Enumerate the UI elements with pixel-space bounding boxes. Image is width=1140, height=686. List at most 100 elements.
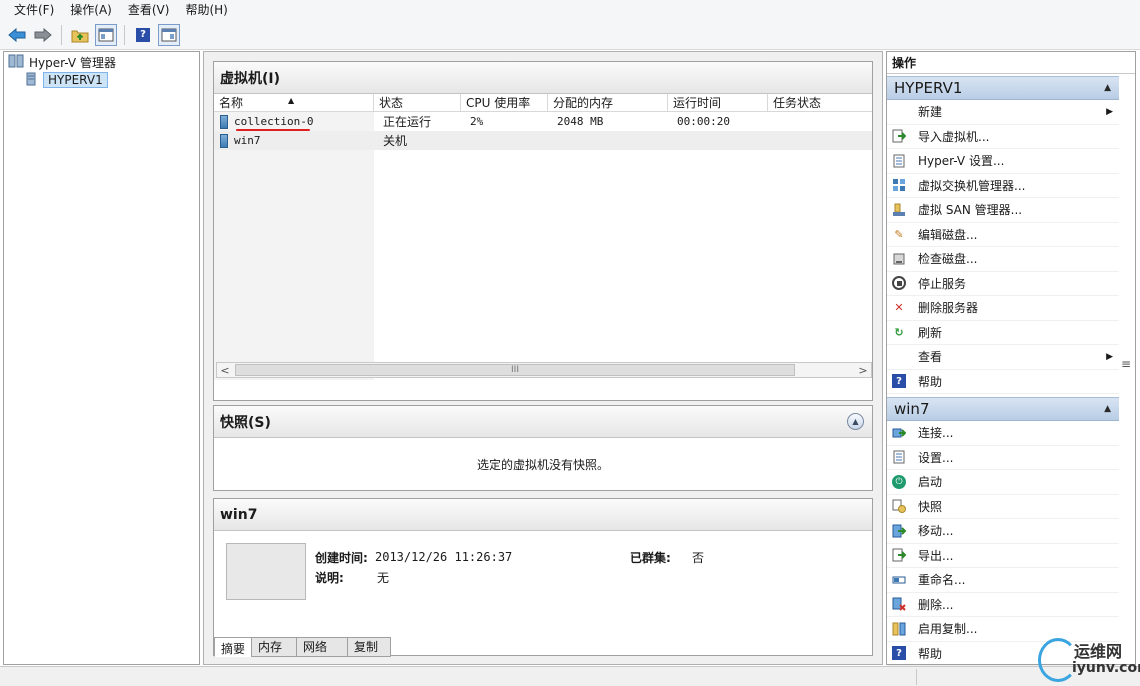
action-move[interactable]: 移动...: [887, 519, 1119, 544]
toolbar-separator: [124, 24, 125, 45]
action-export[interactable]: 导出...: [887, 544, 1119, 568]
clustered-value: 否: [692, 551, 705, 565]
vm-name: collection-0: [234, 115, 314, 128]
action-label: 新建: [918, 105, 943, 120]
action-label: 启动: [918, 475, 943, 490]
action-label: 快照: [918, 499, 943, 514]
actions-section-win7[interactable]: win7 ▲: [887, 397, 1119, 421]
san-icon: [891, 202, 907, 218]
tab-network[interactable]: 网络: [296, 637, 349, 657]
action-label: 导出...: [918, 548, 954, 563]
vm-thumbnail: [226, 543, 306, 600]
vm-name: win7: [234, 134, 261, 147]
menu-file[interactable]: 文件(F): [6, 0, 62, 20]
created-label: 创建时间:: [315, 551, 368, 565]
name-column-background: [214, 112, 374, 380]
center-pane: 虚拟机(I) 名称 ▲ 状态 CPU 使用率 分配的内存 运行时间 任务状态 c…: [203, 51, 883, 665]
menu-help[interactable]: 帮助(H): [177, 0, 235, 20]
watermark-line1: 运维网: [1074, 642, 1123, 661]
horizontal-scrollbar[interactable]: < III >: [216, 362, 872, 378]
action-remove-server[interactable]: ✕ 删除服务器: [887, 296, 1119, 321]
col-task[interactable]: 任务状态: [768, 94, 832, 111]
action-refresh[interactable]: ↻ 刷新: [887, 321, 1119, 345]
table-row[interactable]: collection-0 正在运行 2% 2048 MB 00:00:20: [214, 112, 872, 131]
action-snapshot[interactable]: 快照: [887, 495, 1119, 519]
menu-action[interactable]: 操作(A): [62, 0, 120, 20]
snapshot-message: 选定的虚拟机没有快照。: [476, 457, 609, 472]
menu-bar: 文件(F) 操作(A) 查看(V) 帮助(H): [0, 0, 1140, 20]
scroll-thumb[interactable]: III: [235, 364, 795, 376]
action-label: 查看: [918, 350, 943, 365]
collapse-triangle-icon[interactable]: ▲: [1104, 83, 1111, 93]
snapshot-panel: 快照(S) ▲ 选定的虚拟机没有快照。: [213, 405, 873, 491]
import-icon: [891, 128, 907, 144]
col-memory[interactable]: 分配的内存: [548, 94, 668, 111]
table-row[interactable]: win7 关机: [214, 131, 872, 150]
collapse-triangle-icon[interactable]: ▲: [1104, 404, 1111, 414]
watermark-line2: iyunv.com: [1072, 660, 1140, 676]
close-icon: ✕: [894, 301, 904, 315]
snapshot-panel-header: 快照(S) ▲: [214, 406, 872, 438]
description-value: 无: [377, 571, 390, 585]
col-name[interactable]: 名称 ▲: [214, 94, 374, 111]
settings-page-icon: [891, 449, 907, 465]
action-view[interactable]: 查看 ▶: [887, 345, 1119, 370]
created-value: 2013/12/26 11:26:37: [375, 550, 513, 564]
action-label: 连接...: [918, 426, 954, 441]
folder-up-icon[interactable]: [69, 24, 91, 46]
action-connect[interactable]: 连接...: [887, 421, 1119, 446]
tab-memory[interactable]: 内存: [251, 637, 298, 657]
tree-item-hyperv1[interactable]: HYPERV1: [4, 71, 199, 89]
action-rename[interactable]: 重命名...: [887, 568, 1119, 593]
detail-body: 创建时间: 2013/12/26 11:26:37 说明: 无 已群集: 否 摘…: [214, 531, 872, 657]
server-icon: [24, 72, 38, 89]
scroll-right-icon[interactable]: >: [855, 364, 871, 377]
help-icon[interactable]: ?: [132, 24, 154, 46]
action-virtual-switch-manager[interactable]: 虚拟交换机管理器...: [887, 174, 1119, 198]
scroll-left-icon[interactable]: <: [217, 364, 233, 377]
submenu-arrow-icon: ▶: [1106, 351, 1113, 362]
action-label: 检查磁盘...: [918, 252, 978, 267]
action-label: 刷新: [918, 325, 943, 340]
rename-icon: [891, 572, 907, 588]
tab-replication[interactable]: 复制: [347, 637, 392, 657]
vm-icon: [220, 133, 228, 148]
action-hyperv-settings[interactable]: Hyper-V 设置...: [887, 149, 1119, 174]
action-label: Hyper-V 设置...: [918, 154, 1005, 169]
action-virtual-san-manager[interactable]: 虚拟 SAN 管理器...: [887, 198, 1119, 223]
actions-section-hyperv1[interactable]: HYPERV1 ▲: [887, 76, 1119, 100]
action-inspect-disk[interactable]: 检查磁盘...: [887, 247, 1119, 272]
forward-arrow-icon[interactable]: [32, 24, 54, 46]
settings-page-icon: [891, 153, 907, 169]
show-tree-icon[interactable]: [95, 23, 117, 46]
action-delete[interactable]: 删除...: [887, 593, 1119, 617]
collapse-up-icon[interactable]: ▲: [847, 413, 864, 430]
tree-item-hyperv-manager[interactable]: Hyper-V 管理器: [4, 53, 199, 71]
action-label: 删除服务器: [918, 301, 979, 316]
vm-uptime: 00:00:20: [677, 115, 730, 128]
description-label: 说明:: [315, 571, 344, 585]
menu-view[interactable]: 查看(V): [120, 0, 178, 20]
action-edit-disk[interactable]: ✎ 编辑磁盘...: [887, 223, 1119, 247]
action-label: 启用复制...: [918, 622, 978, 637]
delete-icon: [891, 596, 907, 612]
snapshot-icon: [891, 498, 907, 514]
submenu-arrow-icon: ▶: [1106, 106, 1113, 117]
tab-summary[interactable]: 摘要: [214, 637, 253, 657]
vm-icon: [220, 114, 228, 129]
action-stop-service[interactable]: 停止服务: [887, 272, 1119, 296]
back-arrow-icon[interactable]: [6, 24, 28, 46]
refresh-icon: ↻: [894, 325, 904, 339]
detail-tabs: 摘要 内存 网络 复制: [214, 637, 392, 657]
action-start[interactable]: ⏻ 启动: [887, 470, 1119, 495]
col-cpu[interactable]: CPU 使用率: [461, 94, 548, 111]
col-status[interactable]: 状态: [374, 94, 461, 111]
show-actions-icon[interactable]: [158, 23, 180, 46]
pane-resize-grip-icon[interactable]: ≡: [1121, 357, 1131, 371]
action-new[interactable]: 新建 ▶: [887, 100, 1119, 125]
scroll-grip: III: [511, 365, 519, 375]
col-uptime[interactable]: 运行时间: [668, 94, 768, 111]
action-help[interactable]: ? 帮助: [887, 370, 1119, 394]
action-settings[interactable]: 设置...: [887, 446, 1119, 470]
action-import-vm[interactable]: 导入虚拟机...: [887, 125, 1119, 149]
